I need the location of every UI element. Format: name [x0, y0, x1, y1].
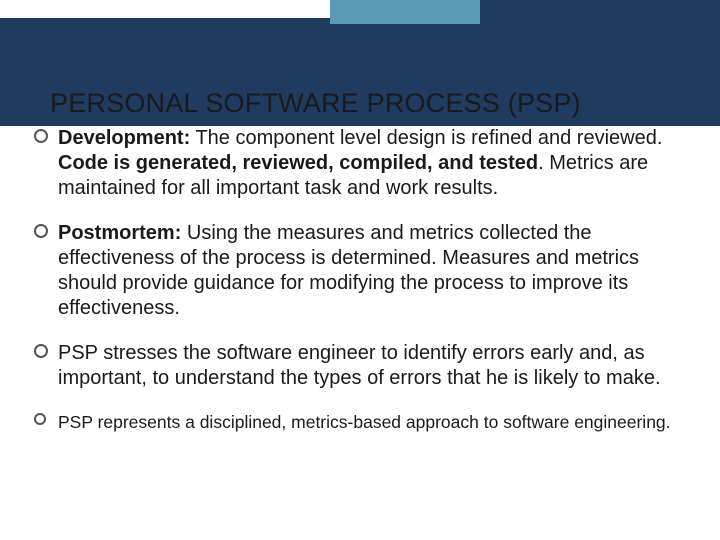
top-accent-stripe	[0, 0, 720, 24]
stripe-segment-white	[0, 0, 330, 24]
bullet-item: PSP stresses the software engineer to id…	[34, 341, 694, 391]
circle-bullet-icon	[34, 224, 48, 238]
circle-bullet-icon	[34, 129, 48, 143]
circle-bullet-icon	[34, 344, 48, 358]
bullet-text-pre: PSP represents a disciplined, metrics-ba…	[58, 412, 671, 432]
bullet-lead: Postmortem:	[58, 222, 181, 244]
slide-body: Development: The component level design …	[34, 126, 694, 453]
bullet-text-pre: The component level design is refined an…	[190, 127, 662, 149]
stripe-segment-teal	[330, 0, 480, 24]
bullet-text-pre: PSP stresses the software engineer to id…	[58, 342, 661, 389]
slide-title: PERSONAL SOFTWARE PROCESS (PSP)	[50, 88, 581, 119]
bullet-lead: Development:	[58, 127, 190, 149]
bullet-item: Development: The component level design …	[34, 126, 694, 201]
bullet-item: Postmortem: Using the measures and metri…	[34, 221, 694, 321]
circle-bullet-icon	[34, 413, 46, 425]
stripe-segment-navy	[480, 0, 720, 24]
bullet-text-bold: Code is generated, reviewed, compiled, a…	[58, 152, 538, 174]
bullet-item: PSP represents a disciplined, metrics-ba…	[34, 411, 694, 433]
